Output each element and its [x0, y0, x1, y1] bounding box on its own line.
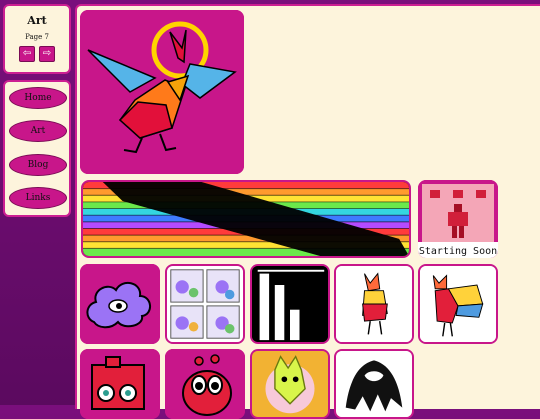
- page-indicator: Page 7: [25, 33, 49, 41]
- tile-red-bug-creature[interactable]: [165, 349, 245, 419]
- site-links-panel: Home Art Blog Links: [3, 80, 71, 217]
- tile-rainbow-bird[interactable]: [418, 264, 498, 344]
- art-link[interactable]: Art: [9, 120, 67, 142]
- home-link[interactable]: Home: [9, 87, 67, 109]
- tile-bar-graphic[interactable]: [250, 264, 330, 344]
- links-link[interactable]: Links: [9, 187, 67, 209]
- starting-soon-text: Starting Soon: [419, 246, 497, 257]
- right-arrow-icon: ⇨: [42, 48, 52, 59]
- tile-starting-soon[interactable]: Starting Soon: [418, 180, 498, 258]
- blog-link[interactable]: Blog: [9, 154, 67, 176]
- gallery-panel: Starting Soon: [75, 4, 540, 419]
- section-title: Art: [27, 14, 47, 27]
- prev-page-button[interactable]: ⇦: [19, 46, 35, 62]
- tile-red-bird-sketch[interactable]: [334, 264, 414, 344]
- page-nav-panel: Art Page 7 ⇦ ⇨: [3, 4, 71, 74]
- tile-black-white-creature[interactable]: [334, 349, 414, 419]
- tile-red-box-creature[interactable]: [80, 349, 160, 419]
- tile-purple-cloud[interactable]: [80, 264, 160, 344]
- tile-bird-headdress[interactable]: [80, 10, 244, 174]
- tile-yellow-cat[interactable]: [250, 349, 330, 419]
- tile-comic-page[interactable]: [165, 264, 245, 344]
- tile-rainbow-bricks[interactable]: [81, 180, 411, 258]
- next-page-button[interactable]: ⇨: [39, 46, 55, 62]
- left-arrow-icon: ⇦: [22, 48, 32, 59]
